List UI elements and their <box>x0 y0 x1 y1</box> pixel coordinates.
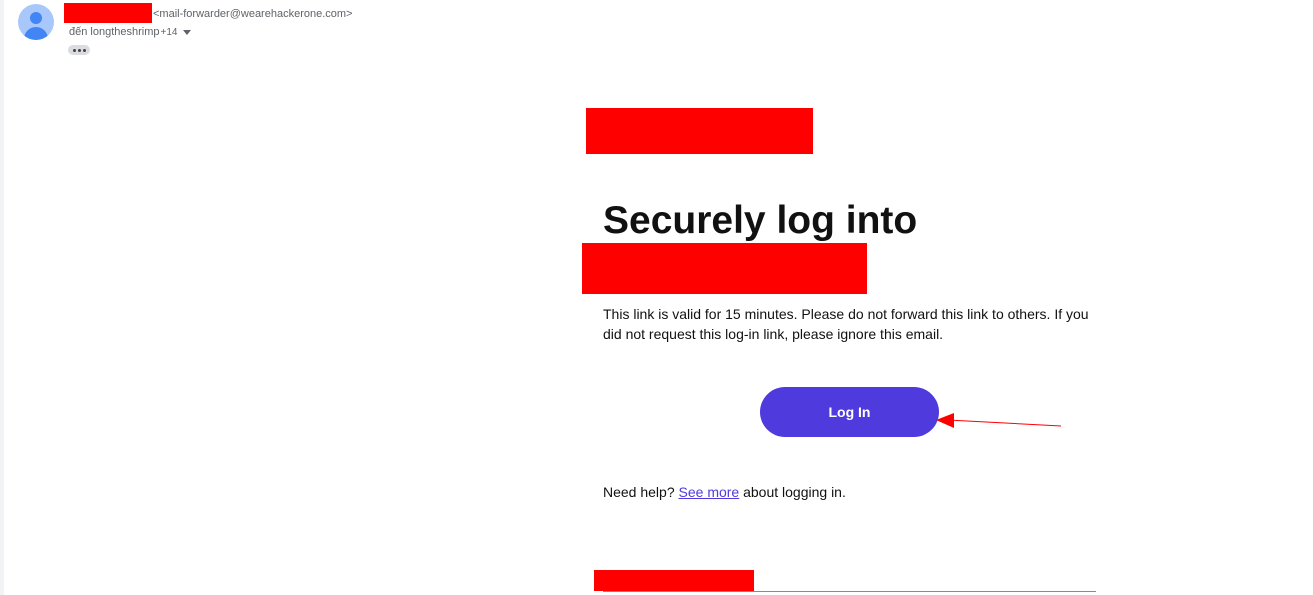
footer-redaction <box>594 570 754 591</box>
recipients-dropdown[interactable]: đến longtheshrimp +14 <box>69 26 192 38</box>
email-body-text: This link is valid for 15 minutes. Pleas… <box>603 306 1089 342</box>
logo-redaction <box>586 108 813 154</box>
person-icon-body <box>24 27 48 40</box>
left-border <box>0 0 4 595</box>
recipients-label: đến longtheshrimp <box>69 26 160 38</box>
sender-name-redaction <box>64 3 152 23</box>
sender-avatar[interactable] <box>18 4 54 40</box>
sender-email: <mail-forwarder@wearehackerone.com> <box>153 8 353 20</box>
email-headline: Securely log into <box>603 199 918 242</box>
see-more-link[interactable]: See more <box>679 484 740 500</box>
help-suffix: about logging in. <box>743 484 846 500</box>
annotation-arrow-icon <box>936 413 1062 428</box>
headline-redaction <box>582 243 867 294</box>
chevron-down-icon <box>183 29 192 35</box>
show-trimmed-content-button[interactable] <box>68 45 90 55</box>
ellipsis-icon-dot <box>82 48 86 52</box>
log-in-button[interactable]: Log In <box>760 387 939 437</box>
recipients-count: +14 <box>160 26 178 38</box>
person-icon <box>30 12 42 24</box>
help-prefix: Need help? <box>603 484 675 500</box>
footer-divider <box>603 591 1096 592</box>
ellipsis-icon-dot <box>77 48 81 52</box>
help-text: Need help? See more about logging in. <box>603 484 846 500</box>
ellipsis-icon-dot <box>72 48 76 52</box>
